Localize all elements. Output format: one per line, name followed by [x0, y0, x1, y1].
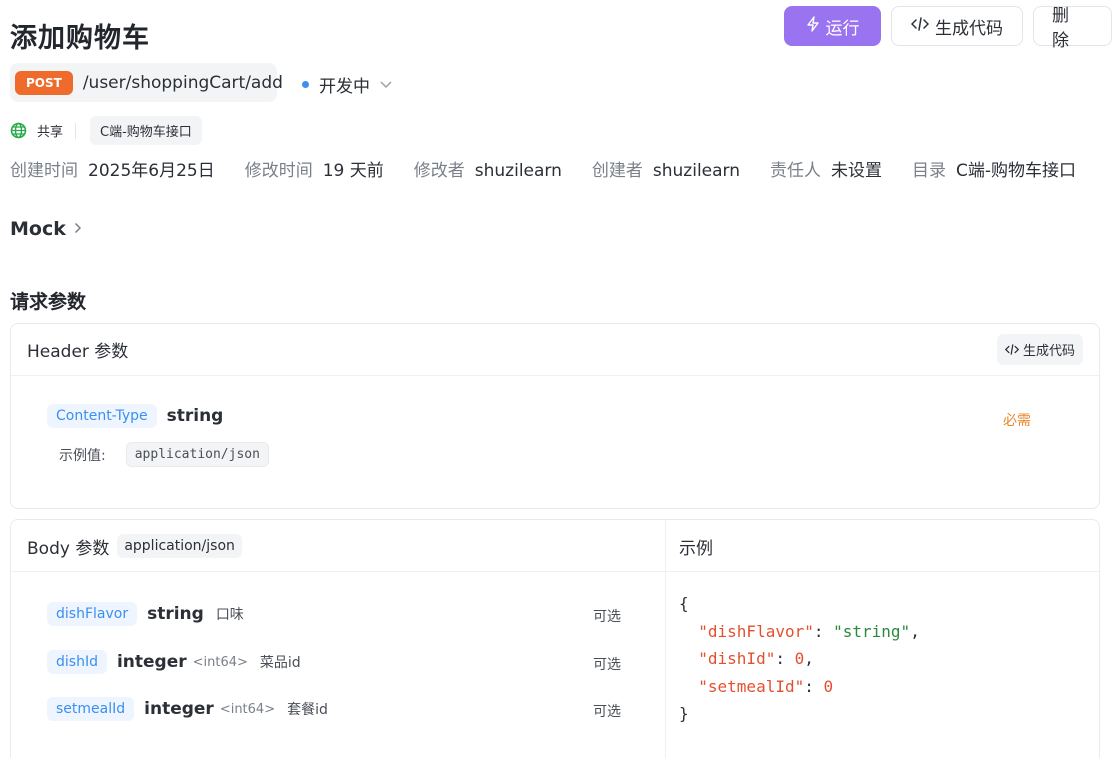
- optional-label: 可选: [593, 609, 621, 625]
- info-creator: 创建者 shuzilearn: [591, 161, 741, 181]
- mock-label: Mock: [10, 218, 66, 240]
- body-params-card: Body 参数 application/json 示例 dishFlavor s…: [10, 519, 1100, 758]
- page-title: 添加购物车: [10, 23, 150, 54]
- folder-tag[interactable]: C端-购物车接口: [90, 116, 202, 145]
- param-name[interactable]: setmealId: [47, 697, 135, 721]
- method-badge: POST: [15, 70, 73, 95]
- param-desc: 菜品id: [259, 655, 301, 671]
- generate-code-button[interactable]: 生成代码: [891, 6, 1023, 46]
- table-row: setmealId integer <int64> 套餐id: [47, 697, 328, 721]
- code-icon: [1004, 344, 1019, 359]
- param-name[interactable]: Content-Type: [47, 404, 157, 428]
- share-label[interactable]: 共享: [37, 121, 63, 140]
- header-generate-code-button[interactable]: 生成代码: [996, 334, 1083, 365]
- info-folder[interactable]: 目录 C端-购物车接口: [912, 156, 1076, 181]
- info-modified: 修改时间 19 天前: [244, 161, 384, 181]
- meta-row: 共享 C端-购物车接口: [10, 116, 202, 145]
- example-label: 示例值:: [59, 447, 106, 464]
- json-example[interactable]: { "dishFlavor": "string", "dishId": 0, "…: [679, 590, 920, 728]
- param-name[interactable]: dishId: [47, 650, 107, 674]
- info-owner[interactable]: 责任人 未设置: [770, 156, 882, 181]
- param-format: <int64>: [192, 654, 248, 670]
- header-params-title: Header 参数: [27, 342, 129, 362]
- lightning-icon: [806, 16, 820, 36]
- example-row: 示例值: application/json: [59, 442, 269, 467]
- header-params-card: Header 参数 生成代码 Content-Type string 必需 示例…: [10, 323, 1100, 509]
- param-format: <int64>: [219, 701, 276, 717]
- param-desc: 口味: [215, 607, 244, 623]
- table-row: dishFlavor string 口味: [47, 602, 244, 626]
- chevron-down-icon: [380, 78, 392, 92]
- optional-label: 可选: [593, 657, 621, 673]
- param-type: string: [166, 406, 224, 426]
- run-button[interactable]: 运行: [784, 6, 881, 46]
- body-format-tag: application/json: [117, 534, 242, 558]
- request-params-title: 请求参数: [10, 291, 87, 313]
- example-title: 示例: [679, 538, 713, 559]
- body-params-head: Body 参数 application/json 示例: [11, 520, 1099, 572]
- code-icon: [910, 17, 930, 35]
- param-name[interactable]: dishFlavor: [47, 602, 138, 626]
- globe-icon: [10, 122, 27, 139]
- table-row: dishId integer <int64> 菜品id: [47, 650, 301, 674]
- info-modifier: 修改者 shuzilearn: [413, 161, 562, 181]
- param-type: integer: [144, 699, 214, 719]
- divider: [75, 122, 77, 139]
- body-params-title: Body 参数: [27, 538, 110, 559]
- generate-code-label: 生成代码: [935, 18, 1003, 39]
- status-label: 开发中: [319, 77, 370, 97]
- endpoint-path-box[interactable]: POST /user/shoppingCart/add: [10, 63, 283, 102]
- header-params-head: Header 参数 生成代码: [11, 324, 1099, 376]
- endpoint-path: /user/shoppingCart/add: [82, 72, 283, 93]
- header-param-row: Content-Type string: [47, 404, 223, 428]
- info-row: 创建时间 2025年6月25日 修改时间 19 天前 修改者 shuzilearn 创…: [10, 156, 1106, 181]
- status-dropdown[interactable]: 开发中: [302, 72, 392, 97]
- delete-button[interactable]: 删 除: [1033, 6, 1112, 51]
- toolbar: 运行 生成代码 删 除: [784, 6, 1112, 51]
- param-type: string: [147, 604, 204, 624]
- mock-toggle[interactable]: Mock: [10, 218, 82, 240]
- divider: [665, 520, 666, 758]
- info-created: 创建时间 2025年6月25日: [10, 161, 215, 181]
- status-dot-icon: [302, 81, 309, 88]
- param-type: integer: [116, 652, 187, 672]
- chevron-right-icon: [74, 220, 82, 238]
- run-label: 运行: [825, 18, 860, 39]
- example-value[interactable]: application/json: [125, 442, 269, 467]
- param-desc: 套餐id: [287, 702, 328, 718]
- optional-label: 可选: [593, 704, 621, 720]
- required-badge: 必需: [1003, 413, 1031, 429]
